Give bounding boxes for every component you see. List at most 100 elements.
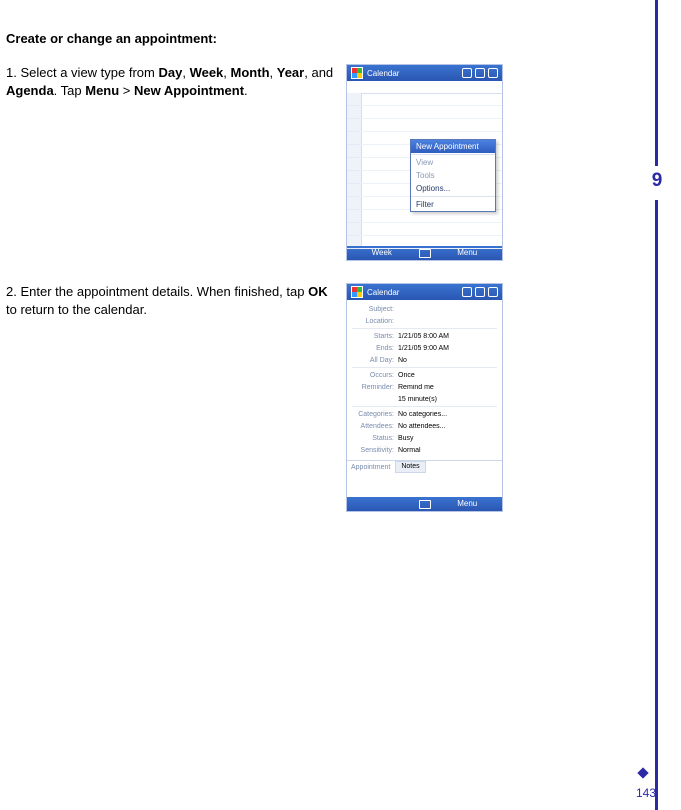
start-icon[interactable] <box>351 286 363 298</box>
menu-item[interactable]: Filter <box>411 198 495 211</box>
volume-icon <box>475 68 485 78</box>
value[interactable]: 15 minute(s) <box>398 396 497 403</box>
app-title: Calendar <box>367 69 458 78</box>
t: . Tap <box>54 83 86 98</box>
value[interactable]: Once <box>398 372 497 379</box>
row-starts[interactable]: Starts: 1/21/05 8:00 AM <box>352 330 497 342</box>
row-status[interactable]: Status: Busy <box>352 432 497 444</box>
t: , and <box>304 65 333 80</box>
value[interactable]: Normal <box>398 447 497 454</box>
label: Sensitivity: <box>352 447 394 454</box>
menu-item[interactable]: Tools <box>411 169 495 182</box>
row-attendees[interactable]: Attendees: No attendees... <box>352 420 497 432</box>
t: . <box>244 83 248 98</box>
screenshot-calendar-menu: Calendar New Appointment <box>346 64 503 261</box>
label: Ends: <box>352 345 394 352</box>
value[interactable]: No categories... <box>398 411 497 418</box>
label: Attendees: <box>352 423 394 430</box>
value[interactable]: 1/21/05 9:00 AM <box>398 345 497 352</box>
row-reminder[interactable]: Reminder: Remind me <box>352 381 497 393</box>
section-heading: Create or change an appointment: <box>6 31 626 46</box>
close-icon[interactable] <box>488 68 498 78</box>
row-occurs[interactable]: Occurs: Once <box>352 369 497 381</box>
signal-icon <box>462 68 472 78</box>
value[interactable]: Busy <box>398 435 497 442</box>
row-subject[interactable]: Subject: <box>352 303 497 315</box>
kw-new-appointment: New Appointment <box>134 83 244 98</box>
sip-button[interactable] <box>417 246 433 260</box>
t: Enter the appointment details. When fini… <box>20 284 308 299</box>
step-1: 1. Select a view type from Day, Week, Mo… <box>6 64 626 261</box>
step-2-text: 2. Enter the appointment details. When f… <box>6 283 336 318</box>
t: , <box>223 65 230 80</box>
softkey-right[interactable]: Menu <box>433 497 503 511</box>
tray-icons <box>462 287 498 297</box>
value[interactable]: No attendees... <box>398 423 497 430</box>
value[interactable]: No <box>398 357 497 364</box>
step-1-number: 1. <box>6 65 17 80</box>
wm-title-bar: Calendar <box>347 284 502 300</box>
kw-month: Month <box>231 65 270 80</box>
ok-icon[interactable] <box>488 287 498 297</box>
form-rows: Subject: Location: Starts: 1/21/05 8:00 … <box>347 300 502 456</box>
keyboard-icon <box>419 500 431 509</box>
t: , <box>182 65 189 80</box>
wm-title-bar: Calendar <box>347 65 502 81</box>
app-title: Calendar <box>367 288 458 297</box>
page-number-ornament <box>637 767 648 778</box>
hour-column <box>347 93 362 246</box>
row-reminder-time[interactable]: 15 minute(s) <box>352 393 497 405</box>
chapter-side-rail <box>655 0 658 810</box>
appointment-form: Subject: Location: Starts: 1/21/05 8:00 … <box>347 300 502 497</box>
menu-popup: New Appointment View Tools Options... Fi… <box>410 139 496 212</box>
row-location[interactable]: Location: <box>352 315 497 327</box>
step-1-text: 1. Select a view type from Day, Week, Mo… <box>6 64 336 99</box>
t: Select a view type from <box>20 65 158 80</box>
row-ends[interactable]: Ends: 1/21/05 9:00 AM <box>352 342 497 354</box>
menu-item-new-appointment[interactable]: New Appointment <box>411 140 495 153</box>
label: Reminder: <box>352 384 394 391</box>
step-1-body: Select a view type from Day, Week, Month… <box>6 65 333 98</box>
t: > <box>119 83 134 98</box>
page-number: 143 <box>636 786 656 800</box>
softkey-bar: Menu <box>347 497 502 511</box>
row-allday[interactable]: All Day: No <box>352 354 497 366</box>
row-sensitivity[interactable]: Sensitivity: Normal <box>352 444 497 456</box>
tray-icons <box>462 68 498 78</box>
calendar-day-grid[interactable]: New Appointment View Tools Options... Fi… <box>347 81 502 246</box>
value[interactable]: 1/21/05 8:00 AM <box>398 333 497 340</box>
kw-year: Year <box>277 65 304 80</box>
label: Occurs: <box>352 372 394 379</box>
step-2-body: Enter the appointment details. When fini… <box>6 284 328 317</box>
sip-button[interactable] <box>417 497 433 511</box>
label: Categories: <box>352 411 394 418</box>
page-content: Create or change an appointment: 1. Sele… <box>6 31 626 534</box>
tab-notes[interactable]: Notes <box>395 461 425 473</box>
kw-week: Week <box>190 65 224 80</box>
step-2-number: 2. <box>6 284 17 299</box>
chapter-number: 9 <box>645 170 669 194</box>
t: , <box>270 65 277 80</box>
volume-icon <box>475 287 485 297</box>
softkey-left[interactable] <box>347 497 417 511</box>
label: Location: <box>352 318 394 325</box>
t: to return to the calendar. <box>6 302 147 317</box>
menu-item[interactable]: Options... <box>411 182 495 195</box>
row-categories[interactable]: Categories: No categories... <box>352 408 497 420</box>
start-icon[interactable] <box>351 67 363 79</box>
kw-ok: OK <box>308 284 328 299</box>
menu-item[interactable]: View <box>411 156 495 169</box>
screenshot-appointment-form: Calendar Subject: Location: <box>346 283 503 512</box>
value[interactable]: Remind me <box>398 384 497 391</box>
bottom-tab-strip: Appointment Notes <box>347 460 502 473</box>
label: All Day: <box>352 357 394 364</box>
label: Starts: <box>352 333 394 340</box>
kw-agenda: Agenda <box>6 83 54 98</box>
tab-appointment[interactable]: Appointment <box>347 464 395 471</box>
label: Subject: <box>352 306 394 313</box>
kw-day: Day <box>158 65 182 80</box>
label: Status: <box>352 435 394 442</box>
signal-icon <box>462 287 472 297</box>
step-2: 2. Enter the appointment details. When f… <box>6 283 626 512</box>
keyboard-icon <box>419 249 431 258</box>
